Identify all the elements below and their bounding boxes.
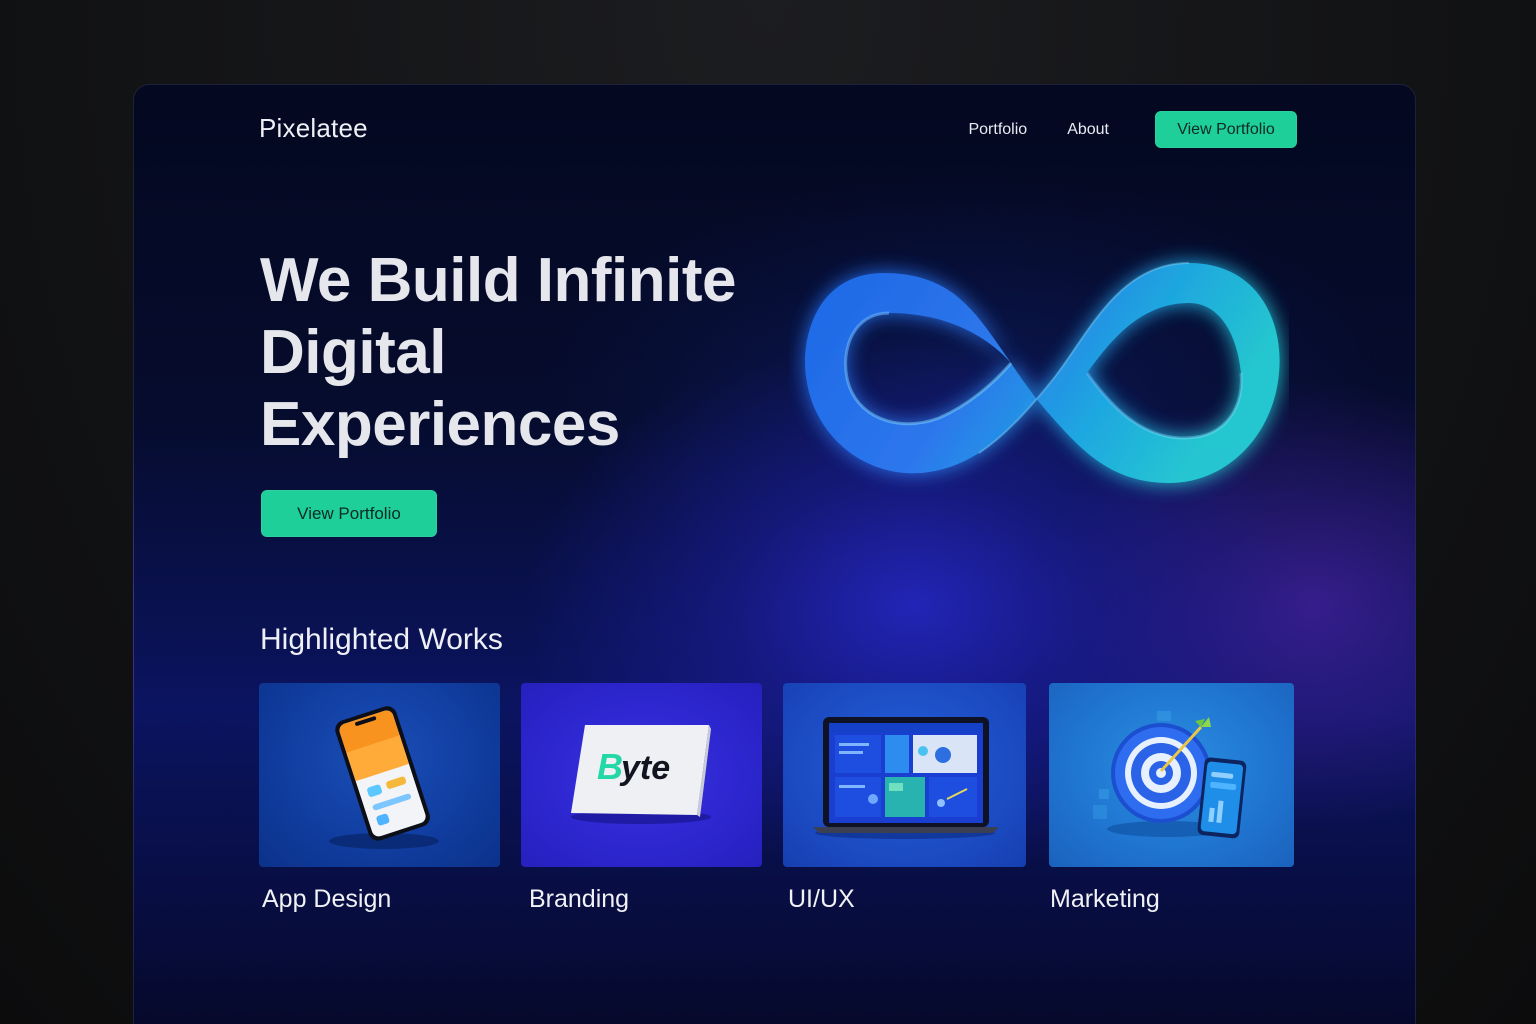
brand-card-icon: B yte xyxy=(571,725,711,824)
work-card-app-design[interactable] xyxy=(259,683,500,867)
work-card-branding[interactable]: B yte xyxy=(521,683,762,867)
work-label[interactable]: UI/UX xyxy=(788,885,855,914)
hero-view-portfolio-button[interactable]: View Portfolio xyxy=(261,490,437,537)
laptop-icon xyxy=(813,717,999,839)
infinity-icon xyxy=(805,262,1280,483)
target-icon xyxy=(1093,711,1247,839)
nav-view-portfolio-button[interactable]: View Portfolio xyxy=(1155,111,1297,148)
hero-title-line: Experiences xyxy=(260,390,620,459)
work-label[interactable]: App Design xyxy=(262,885,391,914)
work-card-ui-ux[interactable] xyxy=(783,683,1026,867)
hero-title-line: We Build Infinite xyxy=(260,246,737,315)
svg-text:B: B xyxy=(597,746,623,787)
browser-frame: Pixelatee Portfolio About View Portfolio… xyxy=(133,84,1416,1024)
highlighted-works-title: Highlighted Works xyxy=(260,623,503,656)
hero-title: We Build Infinite Digital Experiences xyxy=(260,245,820,461)
work-card-marketing[interactable] xyxy=(1049,683,1294,867)
work-label[interactable]: Marketing xyxy=(1050,885,1160,914)
work-label[interactable]: Branding xyxy=(529,885,629,914)
top-nav: Portfolio About View Portfolio xyxy=(968,111,1297,148)
brand-logo[interactable]: Pixelatee xyxy=(259,113,368,144)
nav-link-about[interactable]: About xyxy=(1067,121,1109,139)
svg-text:yte: yte xyxy=(619,749,670,787)
hero-title-line: Digital xyxy=(260,318,446,387)
nav-link-portfolio[interactable]: Portfolio xyxy=(968,121,1027,139)
smartphone-icon xyxy=(329,706,439,849)
